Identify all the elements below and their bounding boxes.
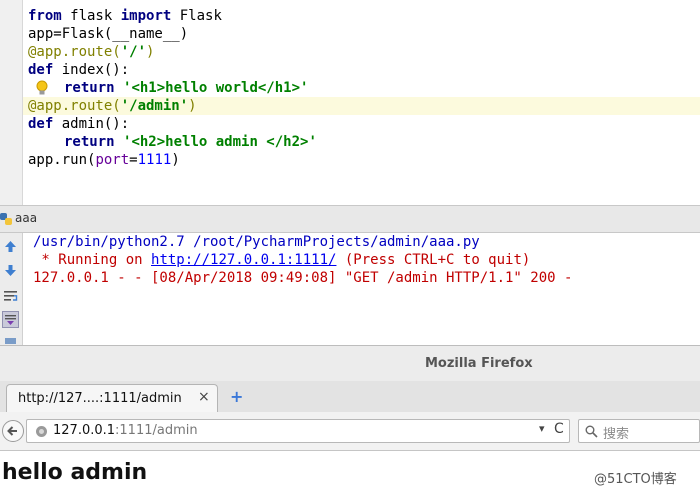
console-line-1: /usr/bin/python2.7 /root/PycharmProjects… bbox=[33, 234, 480, 250]
keyword-def: def bbox=[28, 116, 54, 132]
equals: = bbox=[129, 152, 138, 168]
run-config-name[interactable]: aaa bbox=[15, 211, 37, 225]
browser-tab[interactable]: http://127....:1111/admin × bbox=[6, 384, 218, 412]
function-signature: admin(): bbox=[53, 116, 130, 132]
return-string: '<h1>hello world</h1>' bbox=[123, 80, 309, 96]
server-url-link[interactable]: http://127.0.0.1:1111/ bbox=[151, 252, 336, 268]
call-close: ) bbox=[171, 152, 180, 168]
scroll-to-end-icon bbox=[5, 315, 16, 325]
code-line-2[interactable]: app=Flask(__name__) bbox=[28, 25, 188, 43]
globe-icon[interactable] bbox=[35, 425, 48, 438]
code-line-8[interactable]: return '<h2>hello admin </h2>' bbox=[64, 133, 317, 151]
keyword-from: from bbox=[28, 8, 62, 24]
decorator: @app.route( bbox=[28, 98, 121, 114]
run-panel-header: aaa bbox=[0, 205, 700, 233]
back-arrow-icon bbox=[7, 426, 17, 436]
function-signature: index(): bbox=[53, 62, 130, 78]
module-name: flask bbox=[61, 8, 121, 24]
python-icon bbox=[0, 213, 12, 225]
route-string: '/' bbox=[120, 44, 147, 60]
console-text: * Running on bbox=[33, 252, 152, 268]
search-placeholder: 搜索 bbox=[603, 427, 630, 442]
keyword-def: def bbox=[28, 62, 54, 78]
decorator: @app.route( bbox=[28, 44, 121, 60]
console-text: (Press CTRL+C to quit) bbox=[336, 252, 531, 268]
scroll-to-end-button[interactable] bbox=[2, 311, 19, 328]
port-number: 1111 bbox=[137, 152, 172, 168]
arrow-up-icon[interactable] bbox=[2, 238, 19, 255]
back-button[interactable] bbox=[2, 420, 24, 442]
code-line-4[interactable]: def index(): bbox=[28, 61, 129, 79]
url-text: 127.0.0.1:1111/admin bbox=[53, 423, 198, 438]
console-line-3: 127.0.0.1 - - [08/Apr/2018 09:49:08] "GE… bbox=[33, 270, 573, 286]
window-title: Mozilla Firefox bbox=[425, 356, 533, 371]
keyword-return: return bbox=[64, 80, 115, 96]
editor-gutter bbox=[0, 0, 23, 205]
code-line-7[interactable]: def admin(): bbox=[28, 115, 129, 133]
code-line-1[interactable]: from flask import Flask bbox=[28, 7, 222, 25]
lightbulb-icon[interactable] bbox=[36, 80, 48, 96]
search-box[interactable]: 搜索 bbox=[578, 419, 700, 443]
return-string: '<h2>hello admin </h2>' bbox=[123, 134, 317, 150]
code-editor[interactable]: from flask import Flask app=Flask(__name… bbox=[0, 0, 700, 205]
url-host: 127.0.0.1 bbox=[53, 423, 116, 438]
reload-icon[interactable]: C bbox=[554, 421, 564, 437]
arrow-down-icon[interactable] bbox=[2, 262, 19, 279]
code-line-5[interactable]: return '<h1>hello world</h1>' bbox=[64, 79, 308, 97]
code-text: app=Flask(__name__) bbox=[28, 26, 189, 42]
route-string: '/admin' bbox=[120, 98, 189, 114]
console-line-2: * Running on http://127.0.0.1:1111/ (Pre… bbox=[33, 251, 530, 269]
code-line-3[interactable]: @app.route('/') bbox=[28, 43, 154, 61]
keyword-return: return bbox=[64, 134, 115, 150]
navigation-bar: 127.0.0.1:1111/admin ▾ C 搜索 bbox=[0, 412, 700, 451]
url-bar[interactable]: 127.0.0.1:1111/admin ▾ C bbox=[26, 419, 570, 443]
import-name: Flask bbox=[171, 8, 222, 24]
firefox-titlebar: Mozilla Firefox bbox=[0, 345, 700, 382]
decorator-close: ) bbox=[188, 98, 197, 114]
console-output[interactable]: /usr/bin/python2.7 /root/PycharmProjects… bbox=[23, 233, 700, 345]
tab-close-icon[interactable]: × bbox=[198, 389, 210, 405]
call-text: app.run( bbox=[28, 152, 96, 168]
run-toolbar bbox=[0, 233, 23, 345]
tab-title: http://127....:1111/admin bbox=[18, 391, 182, 406]
code-line-9[interactable]: app.run(port=1111) bbox=[28, 151, 180, 169]
tab-strip: http://127....:1111/admin × + bbox=[0, 381, 700, 413]
code-line-6[interactable]: @app.route('/admin') bbox=[28, 97, 197, 115]
decorator-close: ) bbox=[146, 44, 155, 60]
new-tab-icon[interactable]: + bbox=[230, 387, 243, 406]
url-path: :1111/admin bbox=[115, 423, 198, 438]
search-icon bbox=[585, 425, 598, 438]
history-dropdown-icon[interactable]: ▾ bbox=[539, 422, 545, 435]
param-name: port bbox=[95, 152, 130, 168]
soft-wrap-icon[interactable] bbox=[2, 287, 19, 304]
page-heading: hello admin bbox=[2, 460, 148, 485]
watermark: @51CTO博客 bbox=[594, 472, 677, 487]
keyword-import: import bbox=[120, 8, 172, 24]
